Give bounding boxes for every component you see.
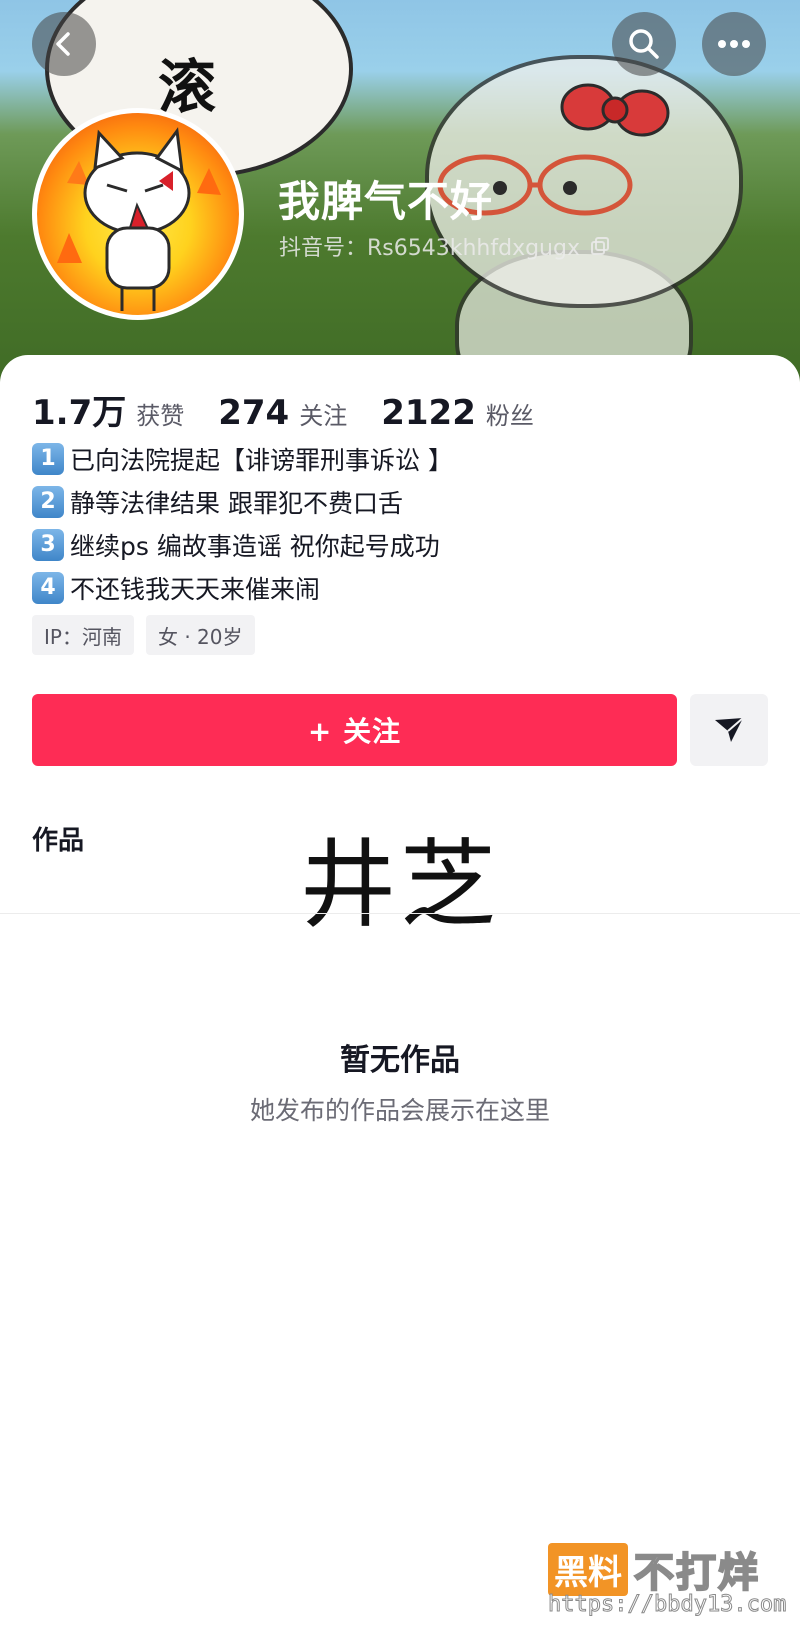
number-badge-icon: 4	[32, 571, 64, 604]
bio-line: 4 不还钱我天天来催来闹	[32, 566, 453, 609]
more-button[interactable]	[702, 12, 766, 76]
number-badge-icon: 3	[32, 528, 64, 561]
share-icon	[715, 717, 744, 742]
profile-banner: 滚 我脾气不好 抖音号：Rs6543khhfdxgugx	[0, 0, 800, 395]
avatar-cat-illustration	[57, 127, 221, 311]
bio-line: 2 静等法律结果 跟罪犯不费口舌	[32, 480, 453, 523]
stat-label: 关注	[299, 402, 348, 430]
bio-text: 不还钱我天天来催来闹	[70, 574, 321, 604]
tag-gender-age: 女 · 20岁	[145, 615, 255, 655]
stat-followers[interactable]: 2122 粉丝	[381, 393, 534, 433]
stat-value: 274	[218, 393, 290, 433]
tag-ip-location: IP：河南	[32, 615, 134, 655]
profile-tags: IP：河南 女 · 20岁	[32, 615, 267, 655]
empty-state-title: 暂无作品	[340, 1043, 460, 1078]
number-badge-icon: 1	[32, 442, 64, 475]
stat-following[interactable]: 274 关注	[218, 393, 347, 433]
follow-button[interactable]: + 关注	[32, 694, 677, 766]
copy-icon[interactable]	[590, 236, 610, 256]
more-icon	[718, 40, 750, 48]
profile-bio: 1 已向法院提起【诽谤罪刑事诉讼 】 2 静等法律结果 跟罪犯不费口舌 3 继续…	[32, 437, 453, 609]
back-button[interactable]	[32, 12, 96, 76]
tab-works[interactable]: 作品	[32, 820, 84, 857]
bio-line: 3 继续ps 编故事造谣 祝你起号成功	[32, 523, 453, 566]
stat-label: 粉丝	[485, 402, 534, 430]
avatar[interactable]	[32, 108, 244, 320]
watermark-text: 不打烊	[633, 1549, 760, 1597]
stat-likes[interactable]: 1.7万 获赞	[32, 385, 184, 434]
overlay-annotation: 井芝	[300, 829, 500, 941]
bio-text: 继续ps 编故事造谣 祝你起号成功	[70, 531, 440, 561]
bio-line: 1 已向法院提起【诽谤罪刑事诉讼 】	[32, 437, 453, 480]
watermark: 黑料 不打烊	[548, 1540, 760, 1598]
banner-bow-illustration	[560, 83, 670, 137]
back-icon	[56, 32, 70, 56]
search-button[interactable]	[612, 12, 676, 76]
watermark-url: https://bbdy13.com	[547, 1592, 787, 1618]
profile-card: 1.7万 获赞 274 关注 2122 粉丝 1 已向法院提起【诽谤罪刑事诉讼 …	[0, 355, 800, 1635]
stat-value: 2122	[381, 393, 476, 433]
number-badge-icon: 2	[32, 485, 64, 518]
douyin-id[interactable]: 抖音号：Rs6543khhfdxgugx	[279, 230, 610, 262]
share-button[interactable]	[690, 694, 768, 766]
stat-value: 1.7万	[32, 393, 127, 433]
profile-stats: 1.7万 获赞 274 关注 2122 粉丝	[32, 385, 568, 434]
profile-nickname: 我脾气不好	[278, 177, 494, 226]
stat-label: 获赞	[136, 402, 185, 430]
watermark-box: 黑料	[548, 1542, 628, 1596]
bio-text: 静等法律结果 跟罪犯不费口舌	[70, 488, 403, 518]
douyin-id-text: 抖音号：Rs6543khhfdxgugx	[279, 236, 580, 261]
search-icon	[629, 29, 659, 59]
tab-divider	[0, 913, 800, 914]
empty-state-subtitle: 她发布的作品会展示在这里	[249, 1096, 550, 1125]
bio-text: 已向法院提起【诽谤罪刑事诉讼 】	[70, 445, 453, 475]
